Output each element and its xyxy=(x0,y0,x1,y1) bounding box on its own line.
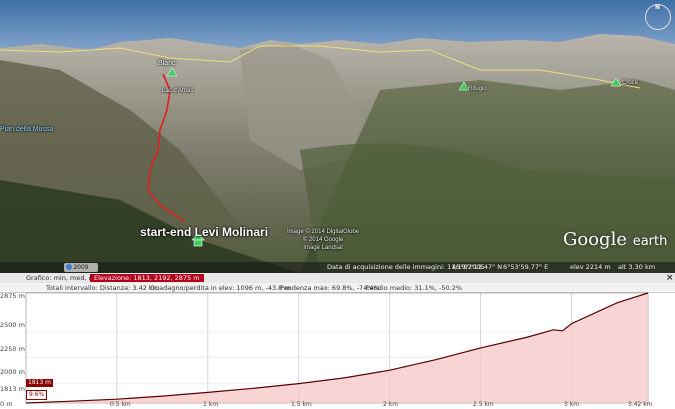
latitude-readout: 45°07'13.47" N xyxy=(452,263,503,271)
stat-gain: Guadagno/perdita in elev: 1096 m, -43.8 … xyxy=(150,284,291,292)
compass-icon[interactable]: N xyxy=(645,4,671,30)
google-earth-logo: Google earth xyxy=(563,229,667,250)
stat-slope-max: Pendenza max: 69.8%, -74.4% xyxy=(280,284,380,292)
credit-line: © 2014 Google xyxy=(302,237,344,243)
x-tick-label: 2.5 km xyxy=(473,401,494,408)
historical-imagery-badge[interactable]: 2009 xyxy=(64,263,98,272)
place-label-right: Rifugio xyxy=(468,86,487,92)
image-credits: Image © 2014 DigitalGlobe © 2014 Google … xyxy=(287,228,359,252)
y-tick-label: 2250 m xyxy=(0,345,25,353)
x-tick-label: 3.42 km xyxy=(628,401,653,408)
logo-earth-text: earth xyxy=(632,234,668,249)
compass-north: N xyxy=(655,4,661,11)
x-tick-label: 3 km xyxy=(564,401,580,408)
y-tick-label: 1813 m xyxy=(0,385,25,393)
altitude-readout: alt 3.30 km xyxy=(618,263,656,271)
x-tick-label: 0.5 km xyxy=(110,401,131,408)
map-3d-view[interactable]: Blanc Lac d'Arnas Pian della Mussa Rifug… xyxy=(0,0,675,273)
x-tick-label: 2 km xyxy=(383,401,399,408)
place-label-lac: Lac d'Arnas xyxy=(162,88,194,94)
y-tick-label: 2500 m xyxy=(0,321,25,329)
stat-total: Totali intervallo: Distanza: 3.42 km xyxy=(46,284,160,292)
x-tick-label: 1 km xyxy=(203,401,219,408)
cursor-elevation: 1813 m xyxy=(26,379,54,387)
longitude-readout: 6°53'59.77" E xyxy=(503,263,549,271)
place-label-valley: Pian della Mussa xyxy=(0,126,54,133)
elevation-profile-panel: Grafico: min, med, max: Elevazione: 1813… xyxy=(0,273,675,409)
elevation-area xyxy=(26,293,648,403)
credit-line: Image Landsat xyxy=(303,245,343,251)
start-end-label: start-end Levi Molinari xyxy=(140,225,269,239)
status-bar: Data di acquisizione delle immagini: 11/… xyxy=(0,262,675,273)
y-tick-label: 2875 m xyxy=(0,292,25,300)
year-label: 2009 xyxy=(73,264,89,271)
stat-slope-avg: Pendio medio: 31.1%, -50.2% xyxy=(366,284,463,292)
credit-line: Image © 2014 DigitalGlobe xyxy=(287,229,360,235)
place-label-bivacco: Blanc xyxy=(158,60,176,67)
place-label-far-right: Croce xyxy=(622,80,639,86)
y-tick-label: 0 m xyxy=(0,400,13,408)
cursor-slope: 9.6% xyxy=(26,390,48,400)
profile-elevation-range: Elevazione: 1813, 2192, 2875 m xyxy=(90,274,204,282)
y-tick-label: 2000 m xyxy=(0,368,25,376)
logo-google-text: Google xyxy=(563,229,627,250)
elevation-readout: elev 2214 m xyxy=(570,263,611,271)
x-tick-label: 1.5 km xyxy=(291,401,312,408)
globe-icon xyxy=(66,264,72,270)
elevation-chart[interactable] xyxy=(0,292,675,409)
close-icon[interactable]: × xyxy=(666,273,674,283)
